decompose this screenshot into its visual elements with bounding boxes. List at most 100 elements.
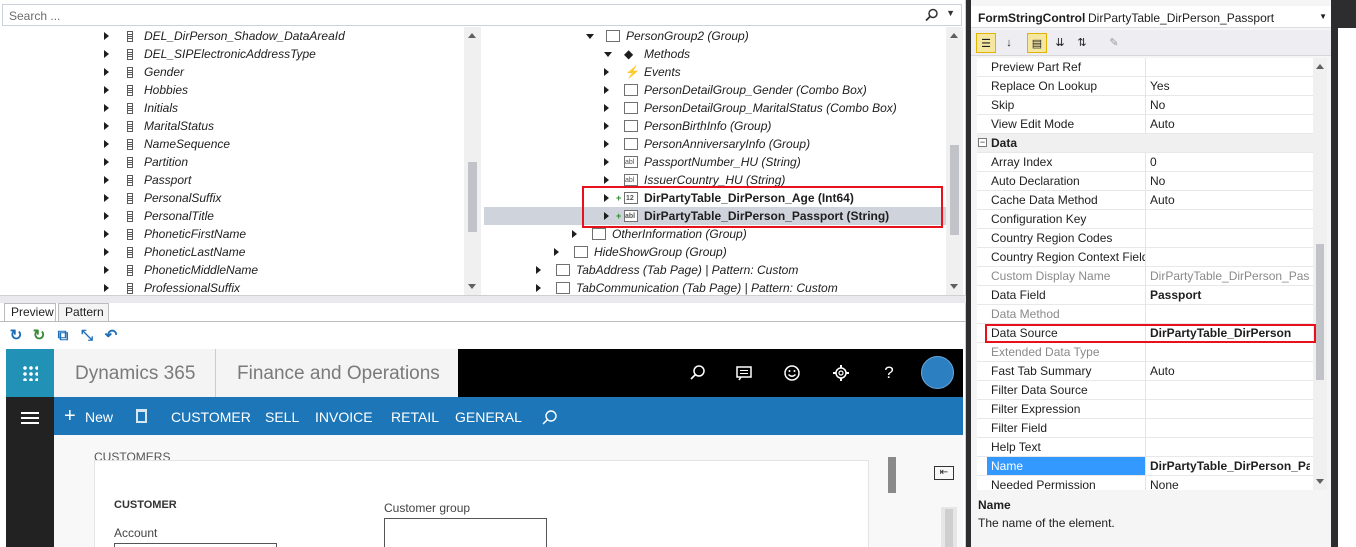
- scroll-down-arrow-icon[interactable]: [468, 284, 476, 289]
- plus-icon[interactable]: +: [64, 406, 76, 426]
- expand-arrow-icon[interactable]: [572, 230, 577, 238]
- undo-icon[interactable]: ↶: [103, 328, 119, 344]
- property-row[interactable]: Filter Field: [977, 419, 1313, 438]
- message-icon[interactable]: [733, 362, 755, 384]
- scroll-thumb[interactable]: [1316, 244, 1324, 380]
- expand-arrow-icon[interactable]: [604, 86, 609, 94]
- expand-arrow-icon[interactable]: [604, 158, 609, 166]
- wrench-icon[interactable]: ✎: [1104, 33, 1124, 53]
- scroll-up-arrow-icon[interactable]: [468, 33, 476, 38]
- property-value[interactable]: No: [1150, 96, 1310, 114]
- property-row[interactable]: Name DirPartyTable_DirPerson_Passport: [977, 457, 1313, 476]
- resize-icon[interactable]: ⤡: [79, 328, 95, 344]
- expand-arrow-icon[interactable]: [604, 52, 612, 57]
- search-icon[interactable]: [686, 362, 708, 384]
- form-tree-item[interactable]: PassportNumber_HU (String): [484, 153, 962, 172]
- tree-item[interactable]: PhoneticMiddleName: [2, 261, 462, 279]
- search-icon[interactable]: [925, 8, 939, 22]
- collapse-icon[interactable]: −: [978, 138, 987, 147]
- expand-arrow-icon[interactable]: [104, 248, 109, 256]
- account-input[interactable]: [114, 543, 277, 547]
- property-row[interactable]: Configuration Key: [977, 210, 1313, 229]
- expand-arrow-icon[interactable]: [604, 140, 609, 148]
- form-tree-item[interactable]: PersonAnniversaryInfo (Group): [484, 135, 962, 153]
- property-value[interactable]: Auto: [1150, 191, 1310, 209]
- expand-arrow-icon[interactable]: [104, 230, 109, 238]
- events-icon[interactable]: ⇊: [1050, 33, 1070, 53]
- property-row[interactable]: Data Method: [977, 305, 1313, 324]
- refresh-icon[interactable]: ↻: [8, 328, 24, 344]
- tree-item[interactable]: NameSequence: [2, 135, 462, 153]
- object-selector[interactable]: FormStringControl DirPartyTable_DirPerso…: [971, 6, 1331, 28]
- property-row[interactable]: Array Index 0: [977, 153, 1313, 172]
- expand-arrow-icon[interactable]: [604, 176, 609, 184]
- tree-item[interactable]: Initials: [2, 99, 462, 117]
- property-row[interactable]: Custom Display Name DirPartyTable_DirPers…: [977, 267, 1313, 286]
- expand-arrow-icon[interactable]: [104, 140, 109, 148]
- expand-arrow-icon[interactable]: [104, 50, 109, 58]
- chevron-down-icon[interactable]: ▼: [1319, 12, 1327, 21]
- tree-item[interactable]: Gender: [2, 63, 462, 81]
- expand-arrow-icon[interactable]: [104, 158, 109, 166]
- property-value[interactable]: None: [1150, 476, 1310, 490]
- tree-item[interactable]: DEL_DirPerson_Shadow_DataAreaId: [2, 27, 462, 45]
- property-row[interactable]: Help Text: [977, 438, 1313, 457]
- expand-arrow-icon[interactable]: [104, 122, 109, 130]
- expand-arrow-icon[interactable]: [104, 212, 109, 220]
- brand-name[interactable]: Dynamics 365: [75, 363, 195, 385]
- right-tree-scrollbar[interactable]: [946, 27, 963, 295]
- open-external-icon[interactable]: ⧉: [55, 328, 71, 344]
- scroll-down-arrow-icon[interactable]: [1316, 479, 1324, 484]
- expand-arrow-icon[interactable]: [604, 68, 609, 76]
- avatar[interactable]: [921, 356, 954, 389]
- form-tree-item[interactable]: TabCommunication (Tab Page) | Pattern: C…: [484, 279, 962, 295]
- left-tree-scrollbar[interactable]: [464, 27, 481, 295]
- property-row[interactable]: Extended Data Type: [977, 343, 1313, 362]
- designer-search-box[interactable]: Search ... ▼: [2, 4, 962, 26]
- hamburger-icon[interactable]: [21, 412, 39, 424]
- expand-arrow-icon[interactable]: [104, 284, 109, 292]
- property-row[interactable]: Cache Data Method Auto: [977, 191, 1313, 210]
- tree-item[interactable]: PhoneticFirstName: [2, 225, 462, 243]
- content-scroll-thumb[interactable]: [888, 457, 896, 493]
- expand-arrow-icon[interactable]: [104, 86, 109, 94]
- expand-arrow-icon[interactable]: [536, 284, 541, 292]
- tree-item[interactable]: MaritalStatus: [2, 117, 462, 135]
- property-value[interactable]: Yes: [1150, 77, 1310, 95]
- tree-item[interactable]: PersonalTitle: [2, 207, 462, 225]
- property-value[interactable]: Auto: [1150, 115, 1310, 133]
- help-icon[interactable]: ?: [878, 362, 900, 384]
- nav-general[interactable]: GENERAL: [455, 409, 522, 425]
- property-row[interactable]: Replace On Lookup Yes: [977, 77, 1313, 96]
- expand-arrow-icon[interactable]: [554, 248, 559, 256]
- pane-splitter[interactable]: [0, 295, 966, 303]
- form-tree-item[interactable]: HideShowGroup (Group): [484, 243, 962, 261]
- property-value[interactable]: 0: [1150, 153, 1310, 171]
- tree-item[interactable]: ProfessionalSuffix: [2, 279, 462, 295]
- form-tree-item[interactable]: TabAddress (Tab Page) | Pattern: Custom: [484, 261, 962, 279]
- property-grid-scrollbar[interactable]: [1313, 58, 1327, 490]
- property-value[interactable]: DirPartyTable_DirPerson_Passport: [1150, 457, 1310, 475]
- nav-sell[interactable]: SELL: [265, 409, 299, 425]
- scroll-thumb[interactable]: [945, 509, 953, 547]
- nav-invoice[interactable]: INVOICE: [315, 409, 373, 425]
- form-tree-item[interactable]: ◆ Methods: [484, 45, 962, 63]
- tab-preview[interactable]: Preview: [4, 303, 56, 322]
- property-row[interactable]: Filter Data Source: [977, 381, 1313, 400]
- property-row[interactable]: Skip No: [977, 96, 1313, 115]
- property-value[interactable]: No: [1150, 172, 1310, 190]
- property-row[interactable]: Fast Tab Summary Auto: [977, 362, 1313, 381]
- property-value[interactable]: Auto: [1150, 362, 1310, 380]
- tab-pattern[interactable]: Pattern: [58, 303, 109, 322]
- refresh-green-icon[interactable]: ↻: [31, 328, 47, 344]
- smiley-icon[interactable]: [781, 362, 803, 384]
- scroll-up-arrow-icon[interactable]: [950, 33, 958, 38]
- tree-item[interactable]: Passport: [2, 171, 462, 189]
- expand-arrow-icon[interactable]: [104, 194, 109, 202]
- tree-item[interactable]: PhoneticLastName: [2, 243, 462, 261]
- property-row[interactable]: Needed Permission None: [977, 476, 1313, 490]
- preview-scrollbar[interactable]: [941, 507, 957, 547]
- sort-icon[interactable]: ⇅: [1072, 33, 1092, 53]
- expand-arrow-icon[interactable]: [104, 32, 109, 40]
- properties-icon[interactable]: ▤: [1027, 33, 1047, 53]
